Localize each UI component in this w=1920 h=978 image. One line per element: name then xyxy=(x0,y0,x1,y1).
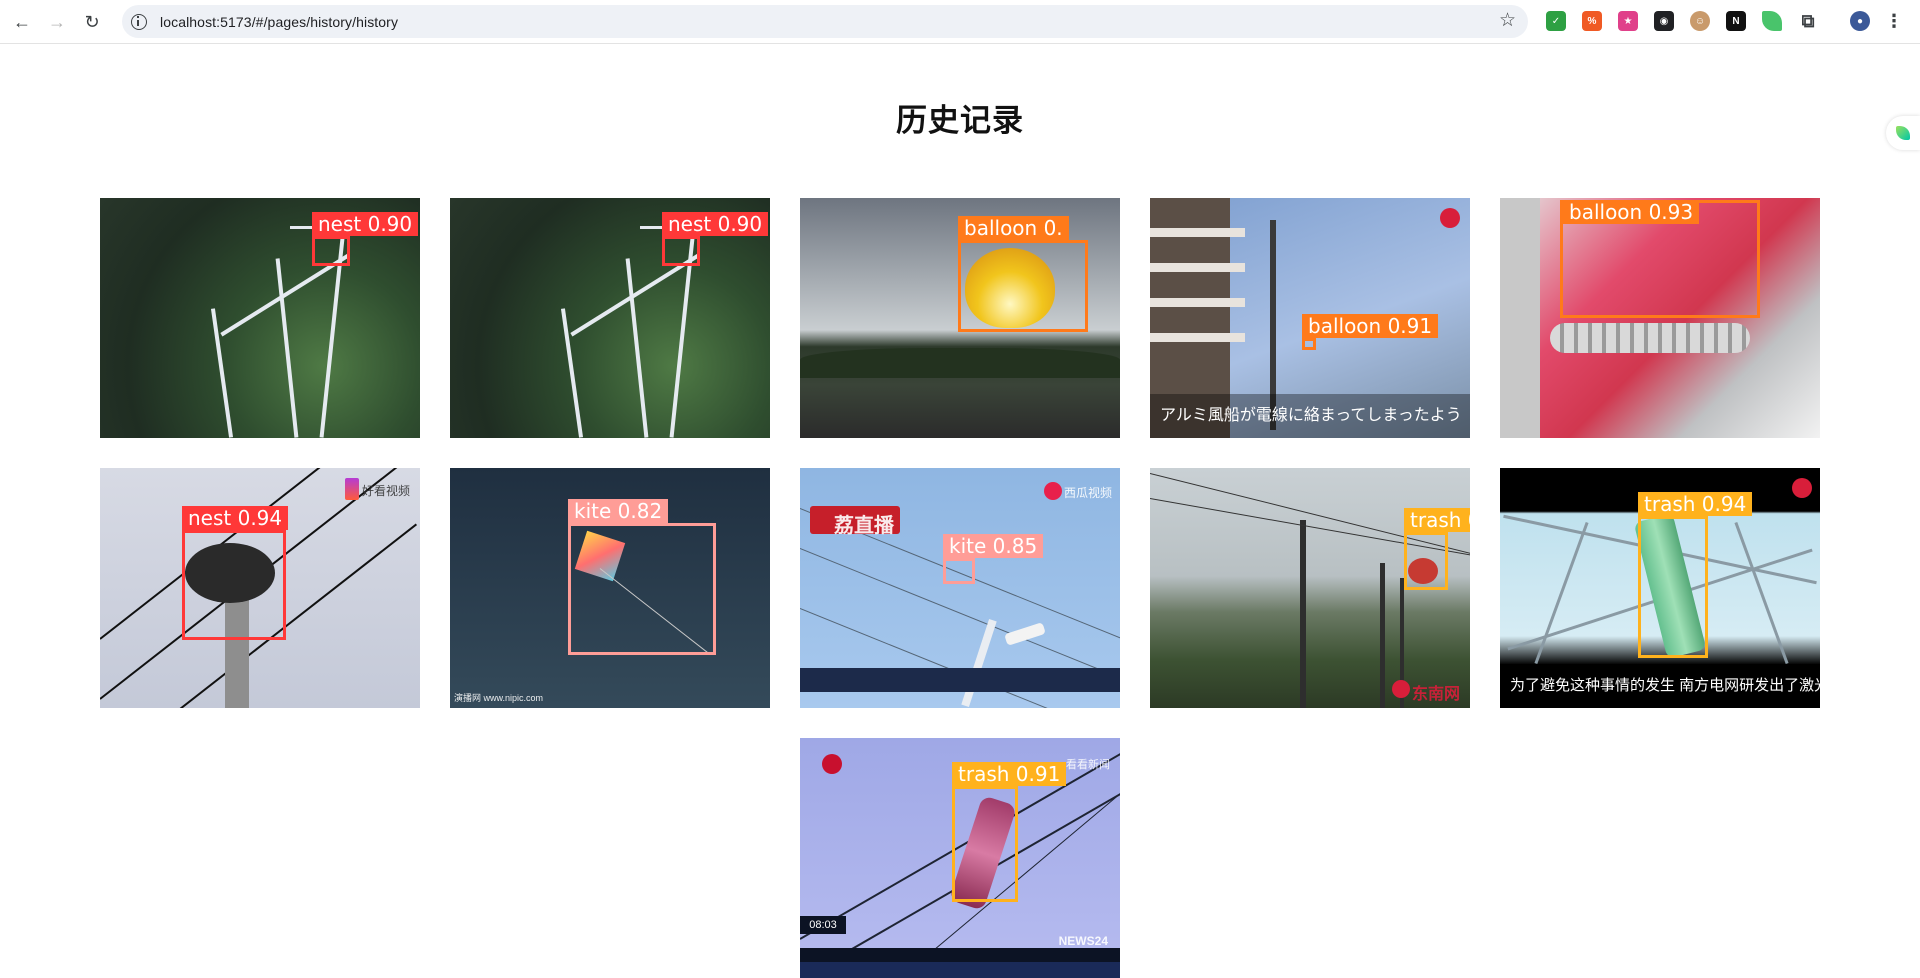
detection-box: trash 0.91 xyxy=(952,762,1067,902)
detection-box: balloon 0.93 xyxy=(1560,200,1760,318)
detection-box: nest 0.90 xyxy=(662,212,769,266)
browser-toolbar: ← → ↻ localhost:5173/#/pages/history/his… xyxy=(0,0,1920,44)
bookmark-star-icon[interactable]: ☆ xyxy=(1499,9,1516,32)
watermark-right: NEWS24 xyxy=(1058,934,1108,948)
detection-label: trash 0 xyxy=(1404,508,1470,532)
video-caption: アルミ風船が電線に絡まってしまったよう xyxy=(1150,394,1470,438)
page-title: 历史记录 xyxy=(896,103,1024,138)
detection-label: trash 0.91 xyxy=(952,762,1067,786)
history-item-5[interactable]: balloon 0.93 xyxy=(1500,198,1820,438)
detection-label: nest 0.90 xyxy=(312,212,419,236)
detection-box: kite 0.82 xyxy=(568,499,716,655)
url-text: localhost:5173/#/pages/history/history xyxy=(160,13,399,30)
detection-box: trash 0.94 xyxy=(1638,492,1753,658)
history-item-3[interactable]: balloon 0. xyxy=(800,198,1120,438)
back-arrow-icon[interactable]: ← xyxy=(8,8,36,36)
detection-box: nest 0.94 xyxy=(182,506,289,640)
kite-wires-photo: 荔直播 西瓜视频 xyxy=(800,468,1120,708)
forward-arrow-icon[interactable]: → xyxy=(43,8,71,36)
reload-icon[interactable]: ↻ xyxy=(78,8,106,36)
detection-label: nest 0.94 xyxy=(182,506,289,530)
watermark-left: 荔直播 xyxy=(834,515,894,537)
detection-label: balloon 0.91 xyxy=(1302,314,1439,338)
detection-label: kite 0.85 xyxy=(943,534,1044,558)
detection-label: balloon 0.93 xyxy=(1563,200,1700,224)
detection-box: trash 0 xyxy=(1404,508,1470,590)
detection-box: balloon 0. xyxy=(958,216,1088,332)
clock-overlay: 08:03 xyxy=(800,916,846,934)
menu-kebab-icon[interactable]: ⋮ xyxy=(1884,11,1904,31)
face-extension-icon[interactable]: ☺ xyxy=(1690,11,1710,31)
detection-label: balloon 0. xyxy=(958,216,1069,240)
history-item-9[interactable]: 东南网 trash 0 xyxy=(1150,468,1470,708)
history-item-10[interactable]: trash 0.94 为了避免这种事情的发生 南方电网研发出了激光处理器 xyxy=(1500,468,1820,708)
detection-label: kite 0.82 xyxy=(568,499,669,523)
puzzle-pink-extension-icon[interactable]: ★ xyxy=(1618,11,1638,31)
watermark-right: 西瓜视频 xyxy=(1063,486,1112,500)
history-item-11[interactable]: 看看新闻 08:03 NEWS24 trash 0.91 xyxy=(800,738,1120,978)
site-info-icon[interactable] xyxy=(131,13,147,30)
history-item-6[interactable]: 好看视频 nest 0.94 xyxy=(100,468,420,708)
detection-box: nest 0.90 xyxy=(312,212,419,266)
watermark-right: 东南网 xyxy=(1412,686,1461,703)
history-item-7[interactable]: 演播网 www.nipic.com kite 0.82 xyxy=(450,468,770,708)
game-extension-icon[interactable]: ◉ xyxy=(1654,11,1674,31)
history-item-1[interactable]: nest 0.90 xyxy=(100,198,420,438)
detection-label: trash 0.94 xyxy=(1638,492,1753,516)
history-item-2[interactable]: nest 0.90 xyxy=(450,198,770,438)
profile-avatar[interactable]: ● xyxy=(1850,11,1870,31)
video-caption: 为了避免这种事情的发生 南方电网研发出了激光处理器 xyxy=(1500,664,1820,708)
shield-extension-icon[interactable]: ✓ xyxy=(1546,11,1566,31)
leaf-extension-icon[interactable] xyxy=(1762,11,1782,31)
detection-label: nest 0.90 xyxy=(662,212,769,236)
percent-extension-icon[interactable]: % xyxy=(1582,11,1602,31)
detection-box: balloon 0.91 xyxy=(1302,314,1439,350)
detection-box: kite 0.85 xyxy=(943,534,1044,584)
extensions-puzzle-icon[interactable]: ⧉ xyxy=(1798,11,1818,31)
history-item-4[interactable]: balloon 0.91 アルミ風船が電線に絡まってしまったよう xyxy=(1150,198,1470,438)
history-item-8[interactable]: 荔直播 西瓜视频 kite 0.85 xyxy=(800,468,1120,708)
address-bar[interactable]: localhost:5173/#/pages/history/history ☆ xyxy=(122,5,1528,38)
n-extension-icon[interactable]: N xyxy=(1726,11,1746,31)
